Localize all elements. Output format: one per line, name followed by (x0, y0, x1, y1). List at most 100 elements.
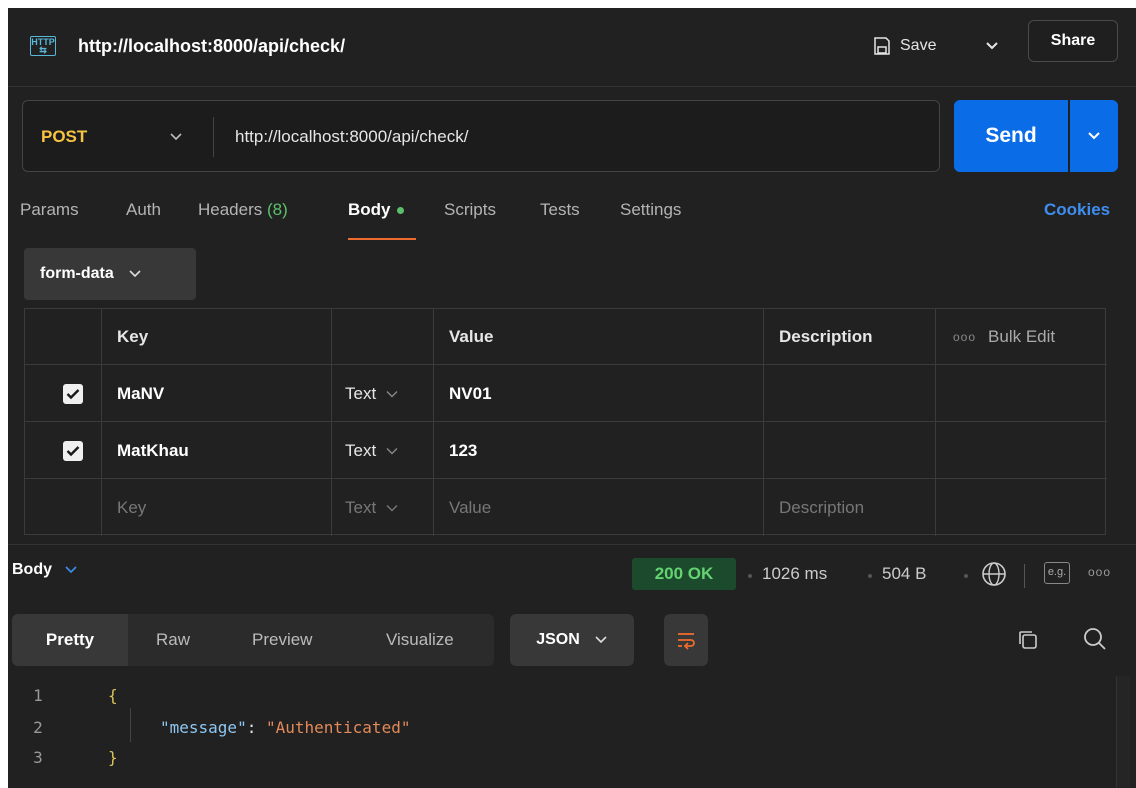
tab-auth[interactable]: Auth (126, 200, 161, 220)
table-row-placeholder: Key Text Value Description (25, 480, 1107, 536)
search-icon[interactable] (1082, 626, 1108, 652)
more-options-icon: ooo (953, 330, 977, 344)
chevron-down-icon (595, 636, 607, 644)
url-input[interactable]: http://localhost:8000/api/check/ (235, 127, 468, 147)
header-divider (8, 86, 1136, 87)
json-colon: : (246, 718, 266, 737)
new-key-input[interactable]: Key (117, 480, 146, 536)
share-button[interactable]: Share (1028, 20, 1118, 62)
row-type-select[interactable]: Text (345, 423, 398, 478)
save-icon (874, 37, 890, 55)
new-type-label: Text (345, 498, 377, 517)
tab-params[interactable]: Params (20, 200, 79, 220)
line-number: 1 (33, 686, 43, 705)
description-column-header: Description (779, 326, 873, 346)
body-active-dot (396, 207, 404, 215)
table-row: MaNV Text NV01 (25, 366, 1107, 422)
tab-raw[interactable]: Raw (156, 614, 190, 666)
active-tab-indicator (348, 238, 416, 240)
line-number: 3 (33, 748, 43, 767)
table-row: MatKhau Text 123 (25, 423, 1107, 479)
send-button[interactable]: Send (954, 100, 1068, 172)
code-brace: } (108, 748, 118, 767)
chevron-down-icon (386, 505, 398, 512)
form-data-table: Key Value Description ooo Bulk Edit MaNV… (24, 308, 1107, 536)
save-options-button[interactable] (976, 28, 1008, 64)
response-time[interactable]: 1026 ms (762, 564, 827, 584)
key-column-header: Key (117, 326, 149, 346)
status-badge[interactable]: 200 OK (632, 558, 736, 590)
json-value: "Authenticated" (265, 718, 411, 737)
save-label: Save (900, 37, 937, 54)
row-type-select[interactable]: Text (345, 366, 398, 421)
tab-tests[interactable]: Tests (540, 200, 580, 220)
row-checkbox[interactable] (63, 384, 83, 404)
chevron-down-icon (129, 270, 141, 278)
save-button[interactable]: Save (872, 28, 936, 64)
body-mode-select[interactable]: form-data (24, 248, 196, 300)
indent-guide (130, 708, 131, 742)
response-section-select[interactable]: Body (12, 561, 78, 579)
bulk-edit-button[interactable]: ooo Bulk Edit (953, 309, 1055, 365)
row-description[interactable] (779, 366, 929, 421)
format-select[interactable]: JSON (510, 614, 634, 666)
tab-settings[interactable]: Settings (620, 200, 681, 220)
new-description-input[interactable]: Description (779, 480, 864, 536)
headers-count: (8) (267, 200, 288, 219)
chevron-down-icon (65, 566, 77, 574)
json-key: "message" (160, 718, 247, 737)
line-number: 2 (33, 718, 43, 737)
chevron-down-icon (1088, 132, 1100, 140)
row-value[interactable]: 123 (449, 423, 477, 478)
row-value[interactable]: NV01 (449, 366, 492, 421)
tab-scripts[interactable]: Scripts (444, 200, 496, 220)
cookies-link[interactable]: Cookies (1044, 200, 1110, 220)
row-key[interactable]: MaNV (117, 366, 164, 421)
bulk-edit-label: Bulk Edit (988, 327, 1056, 346)
request-bar: POST http://localhost:8000/api/check/ (22, 100, 940, 172)
more-options-icon[interactable]: ooo (1088, 565, 1111, 579)
row-key[interactable]: MatKhau (117, 423, 189, 478)
wrap-lines-button[interactable] (664, 614, 708, 666)
new-type-select[interactable]: Text (345, 480, 398, 536)
new-value-input[interactable]: Value (449, 480, 491, 536)
method-divider (213, 117, 214, 157)
response-section-label: Body (12, 561, 52, 578)
tab-preview[interactable]: Preview (252, 614, 312, 666)
chevron-down-icon (386, 447, 398, 454)
code-text: "message": "Authenticated" (160, 718, 410, 737)
send-options-button[interactable] (1070, 100, 1118, 172)
arrows-icon: ⇆ (39, 45, 47, 55)
tab-pretty[interactable]: Pretty (12, 614, 128, 666)
copy-icon[interactable] (1016, 628, 1040, 652)
method-select[interactable]: POST (41, 127, 87, 147)
scrollbar[interactable] (1116, 676, 1130, 788)
row-description[interactable] (779, 423, 929, 478)
separator-dot (868, 574, 872, 578)
tab-visualize[interactable]: Visualize (386, 614, 454, 666)
value-column-header: Value (449, 326, 494, 346)
separator-dot (964, 574, 968, 578)
table-header-row: Key Value Description ooo Bulk Edit (25, 309, 1107, 365)
body-mode-label: form-data (40, 265, 114, 282)
response-view-tabs: Pretty Raw Preview Visualize (12, 614, 494, 666)
tab-body[interactable]: Body (348, 200, 404, 220)
chevron-down-icon[interactable] (169, 127, 183, 147)
chevron-down-icon (386, 390, 398, 397)
tab-body-label: Body (348, 200, 391, 219)
row-checkbox[interactable] (63, 441, 83, 461)
code-line: 3 } (8, 748, 1108, 772)
request-title[interactable]: http://localhost:8000/api/check/ (78, 36, 345, 57)
checkmark-icon (66, 446, 80, 457)
code-line: 2 "message": "Authenticated" (8, 718, 1108, 742)
example-icon[interactable]: e.g. (1044, 562, 1070, 584)
globe-icon[interactable] (980, 560, 1008, 588)
chevron-down-icon (986, 42, 998, 50)
request-header: HTTP ⇆ http://localhost:8000/api/check/ … (8, 8, 1136, 86)
tab-headers[interactable]: Headers (8) (198, 200, 288, 220)
tab-headers-label: Headers (198, 200, 263, 219)
row-type-label: Text (345, 440, 377, 460)
separator-dot (748, 574, 752, 578)
response-size[interactable]: 504 B (882, 564, 926, 584)
wrap-icon (678, 633, 695, 650)
